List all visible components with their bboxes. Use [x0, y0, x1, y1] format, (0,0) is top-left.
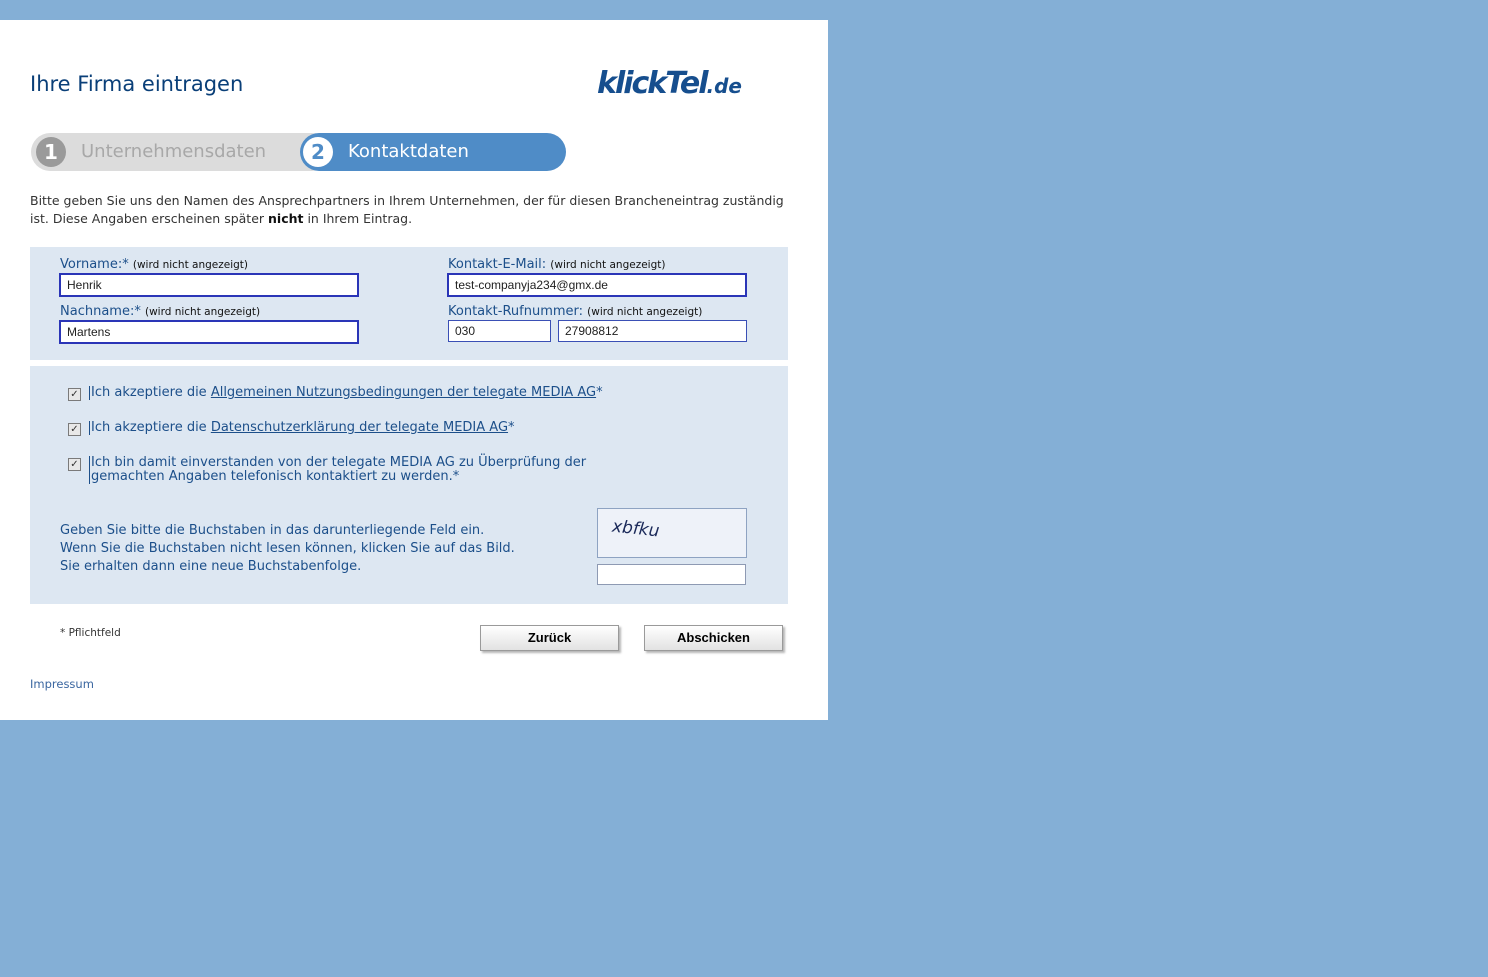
captcha-image[interactable]: xbfku: [597, 508, 747, 558]
terms-consent-text: Ich akzeptiere die Allgemeinen Nutzungsb…: [89, 386, 603, 400]
phone-consent-line1: Ich bin damit einverstanden von der tele…: [91, 455, 587, 470]
firstname-input[interactable]: Henrik: [59, 273, 359, 297]
submit-button[interactable]: Abschicken: [644, 625, 783, 651]
privacy-checkbox[interactable]: ✓: [68, 423, 81, 436]
contact-fields-box: Vorname:* (wird nicht angezeigt) Henrik …: [30, 247, 788, 360]
required-field-note: * Pflichtfeld: [60, 627, 121, 639]
email-hint: (wird nicht angezeigt): [550, 259, 666, 271]
phone-consent-line2: gemachten Angaben telefonisch kontaktier…: [91, 469, 460, 484]
step-number-2: 2: [303, 137, 333, 167]
terms-link[interactable]: Allgemeinen Nutzungsbedingungen der tele…: [211, 385, 596, 400]
logo-tld: .de: [706, 74, 742, 98]
form-panel: Ihre Firma eintragen klickTel.de 1 Unter…: [0, 20, 828, 720]
lastname-input[interactable]: Martens: [59, 320, 359, 344]
firstname-label-text: Vorname:*: [60, 257, 129, 272]
step-unternehmensdaten: 1 Unternehmensdaten: [31, 133, 331, 171]
phone-label-text: Kontakt-Rufnummer:: [448, 304, 584, 319]
privacy-consent-text: Ich akzeptiere die Datenschutzerklärung …: [89, 421, 515, 435]
email-input[interactable]: test-companyja234@gmx.de: [447, 273, 747, 297]
privacy-link[interactable]: Datenschutzerklärung der telegate MEDIA …: [211, 420, 508, 435]
captcha-input[interactable]: [597, 564, 746, 585]
back-button[interactable]: Zurück: [480, 625, 619, 651]
captcha-line1: Geben Sie bitte die Buchstaben in das da…: [60, 523, 485, 538]
lastname-label: Nachname:* (wird nicht angezeigt): [60, 304, 260, 319]
terms-checkbox[interactable]: ✓: [68, 388, 81, 401]
step-number-1: 1: [36, 137, 66, 167]
privacy-suffix: *: [508, 420, 515, 435]
terms-suffix: *: [596, 385, 603, 400]
captcha-line3: Sie erhalten dann eine neue Buchstabenfo…: [60, 559, 362, 574]
intro-text: Bitte geben Sie uns den Namen des Anspre…: [30, 192, 792, 228]
step-label-2: Kontaktdaten: [348, 141, 469, 162]
consent-captcha-box: ✓ Ich akzeptiere die Allgemeinen Nutzung…: [30, 366, 788, 604]
captcha-line2: Wenn Sie die Buchstaben nicht lesen könn…: [60, 541, 515, 556]
lastname-hint: (wird nicht angezeigt): [144, 306, 261, 318]
phone-number-input[interactable]: 27908812: [558, 320, 747, 342]
captcha-instructions: Geben Sie bitte die Buchstaben in das da…: [60, 522, 515, 576]
intro-part2: in Ihrem Eintrag.: [303, 211, 413, 226]
firstname-hint: (wird nicht angezeigt): [132, 259, 249, 271]
intro-bold: nicht: [268, 211, 304, 226]
terms-prefix: Ich akzeptiere die: [91, 385, 211, 400]
step-kontaktdaten: 2 Kontaktdaten: [300, 133, 566, 171]
logo-main: klickTel: [597, 66, 708, 101]
email-label-text: Kontakt-E-Mail:: [448, 257, 547, 272]
impressum-link[interactable]: Impressum: [30, 677, 94, 691]
phone-contact-consent-text: Ich bin damit einverstanden von der tele…: [89, 456, 586, 484]
lastname-label-text: Nachname:*: [60, 304, 141, 319]
page-title: Ihre Firma eintragen: [30, 72, 244, 96]
email-label: Kontakt-E-Mail: (wird nicht angezeigt): [448, 257, 665, 272]
phone-prefix-input[interactable]: 030: [448, 320, 551, 342]
privacy-prefix: Ich akzeptiere die: [91, 420, 211, 435]
klicktel-logo[interactable]: klickTel.de: [597, 66, 742, 101]
phone-contact-checkbox[interactable]: ✓: [68, 458, 81, 471]
phone-hint: (wird nicht angezeigt): [587, 306, 703, 318]
firstname-label: Vorname:* (wird nicht angezeigt): [60, 257, 248, 272]
phone-label: Kontakt-Rufnummer: (wird nicht angezeigt…: [448, 304, 702, 319]
step-label-1: Unternehmensdaten: [81, 141, 267, 162]
captcha-image-text: xbfku: [611, 516, 661, 542]
